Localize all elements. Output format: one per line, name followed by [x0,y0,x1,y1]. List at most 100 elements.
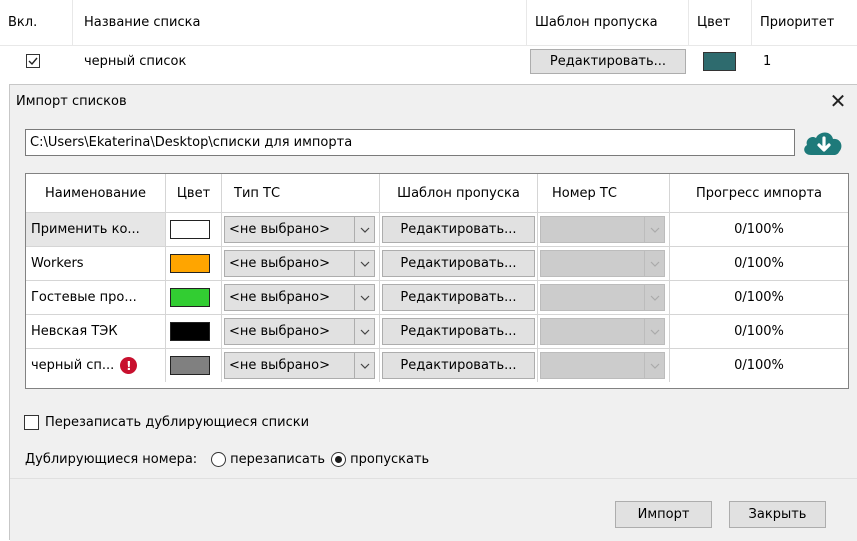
row-name-cell[interactable]: Невская ТЭК [26,315,166,348]
vehicle-type-value: <не выбрано> [229,324,331,339]
vehicle-type-select[interactable]: <не выбрано> [224,216,375,243]
vehicle-number-select [540,250,665,277]
row-number-cell [538,349,670,382]
row-progress: 0/100% [734,324,784,339]
dialog-title: Импорт списков [16,94,127,109]
chevron-down-icon [644,353,664,378]
edit-template-button[interactable]: Редактировать... [382,216,535,243]
row-color-swatch[interactable] [170,288,210,307]
chevron-down-icon[interactable] [354,319,374,344]
lists-table: Вкл. Название списка Шаблон пропуска Цве… [0,0,857,78]
row-progress: 0/100% [734,358,784,373]
grid-row[interactable]: Гостевые про... <не выбрано> Редактировать… [26,280,848,314]
enabled-checkbox[interactable] [26,54,40,68]
close-button[interactable]: Закрыть [729,501,826,528]
edit-template-button[interactable]: Редактировать... [382,318,535,345]
col-import-progress: Прогресс импорта [696,185,822,201]
row-color-cell[interactable] [166,247,222,280]
row-type-cell: <не выбрано> [222,281,380,314]
header-enabled: Вкл. [0,0,73,45]
col-name: Наименование [26,174,166,212]
row-color-swatch[interactable] [170,254,210,273]
row-name-cell[interactable]: Workers [26,247,166,280]
row-color-swatch[interactable] [170,322,210,341]
list-color-swatch[interactable] [703,51,736,71]
row-name: Невская ТЭК [31,324,118,339]
list-priority: 1 [763,53,772,69]
row-progress: 0/100% [734,256,784,271]
row-color-swatch[interactable] [170,220,210,239]
radio-selected-dot [335,456,343,463]
row-number-cell [538,281,670,314]
row-type-cell: <не выбрано> [222,247,380,280]
import-lists-dialog: Импорт списков ✕ C:\Users\Ekaterina\Desk… [9,84,857,541]
row-progress: 0/100% [734,222,784,237]
overwrite-duplicates-option[interactable]: Перезаписать дублирующиеся списки [24,415,309,430]
chevron-down-icon[interactable] [354,285,374,310]
chevron-down-icon[interactable] [354,353,374,378]
dialog-footer: Импорт Закрыть [10,478,857,541]
chevron-down-icon [644,251,664,276]
chevron-down-icon[interactable] [354,251,374,276]
grid-row[interactable]: Применить ко... <не выбрано> Редактировать… [26,212,848,246]
row-name-cell[interactable]: Применить ко... [26,213,166,246]
warning-icon[interactable]: ! [120,357,138,374]
import-path-field[interactable]: C:\Users\Ekaterina\Desktop\списки для им… [25,129,795,156]
vehicle-type-value: <не выбрано> [229,256,331,271]
overwrite-duplicates-checkbox[interactable] [24,415,39,430]
close-icon[interactable]: ✕ [827,89,849,113]
cloud-download-icon[interactable] [801,129,847,159]
radio-overwrite-label[interactable]: перезаписать [230,452,325,467]
row-color-cell[interactable] [166,213,222,246]
vehicle-number-select [540,284,665,311]
radio-skip-label[interactable]: пропускать [350,452,429,467]
col-vehicle-number: Номер ТС [538,174,670,212]
row-name: Применить ко... [31,222,140,237]
row-type-cell: <не выбрано> [222,349,380,382]
grid-row[interactable]: Невская ТЭК <не выбрано> Редактировать... 0… [26,314,848,348]
grid-row[interactable]: Workers <не выбрано> Редактировать... 0/100… [26,246,848,280]
lists-table-header: Вкл. Название списка Шаблон пропуска Цве… [0,0,857,45]
radio-overwrite[interactable] [211,452,227,467]
chevron-down-icon [644,285,664,310]
edit-template-button[interactable]: Редактировать... [382,352,535,379]
overwrite-duplicates-label: Перезаписать дублирующиеся списки [45,415,310,430]
radio-skip[interactable] [331,452,347,467]
col-vehicle-type: Тип ТС [222,174,380,212]
row-progress: 0/100% [734,290,784,305]
grid-header: Наименование Цвет Тип ТС Шаблон пропуска… [26,174,848,212]
import-button[interactable]: Импорт [615,501,712,528]
row-template-cell: Редактировать... [380,213,538,246]
edit-template-button[interactable]: Редактировать... [530,48,686,74]
vehicle-type-select[interactable]: <не выбрано> [224,284,375,311]
chevron-down-icon [644,217,664,242]
list-name: черный список [84,53,187,69]
duplicate-numbers-group: Дублирующиеся номера: перезаписать пропу… [25,452,429,467]
vehicle-number-select [540,352,665,379]
row-name-cell[interactable]: черный сп...! [26,349,166,382]
row-name: черный сп... [31,358,115,373]
edit-template-button[interactable]: Редактировать... [382,284,535,311]
checkmark-icon [28,57,38,66]
vehicle-type-value: <не выбрано> [229,290,331,305]
row-color-cell[interactable] [166,281,222,314]
grid-row[interactable]: черный сп...! <не выбрано> Редактировать..… [26,348,848,382]
vehicle-type-select[interactable]: <не выбрано> [224,318,375,345]
row-color-swatch[interactable] [170,356,210,375]
chevron-down-icon [644,319,664,344]
row-type-cell: <не выбрано> [222,315,380,348]
row-color-cell[interactable] [166,349,222,382]
vehicle-type-select[interactable]: <не выбрано> [224,250,375,277]
row-number-cell [538,247,670,280]
lists-table-row[interactable]: черный список Редактировать... 1 [0,45,857,77]
vehicle-type-value: <не выбрано> [229,358,331,373]
import-lists-grid: Наименование Цвет Тип ТС Шаблон пропуска… [25,173,849,389]
vehicle-number-select [540,318,665,345]
vehicle-type-select[interactable]: <не выбрано> [224,352,375,379]
row-color-cell[interactable] [166,315,222,348]
edit-template-button[interactable]: Редактировать... [382,250,535,277]
row-type-cell: <не выбрано> [222,213,380,246]
row-name-cell[interactable]: Гостевые про... [26,281,166,314]
col-template: Шаблон пропуска [380,174,538,212]
chevron-down-icon[interactable] [354,217,374,242]
